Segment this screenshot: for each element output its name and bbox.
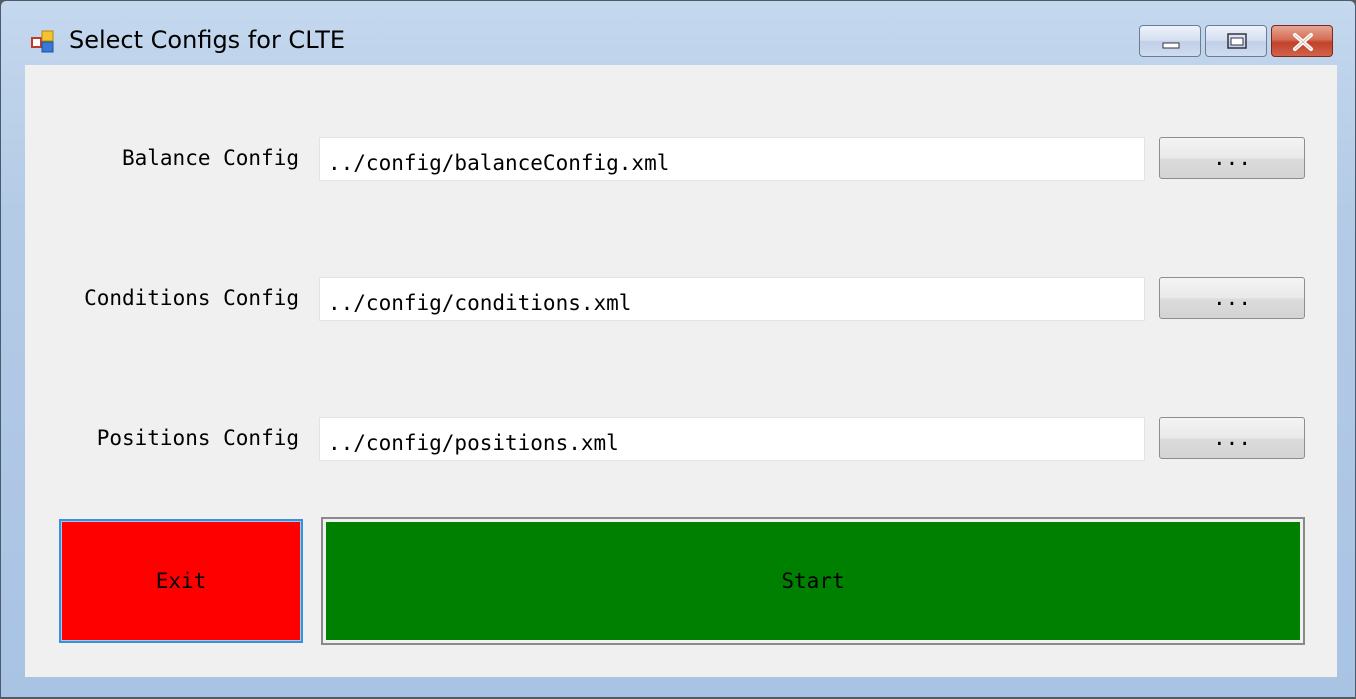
- close-button[interactable]: [1271, 25, 1333, 57]
- minimize-button[interactable]: [1139, 25, 1201, 57]
- app-icon: [31, 30, 54, 53]
- positions-config-browse-button[interactable]: ...: [1159, 417, 1305, 459]
- positions-config-input[interactable]: [319, 417, 1145, 461]
- start-button-label: Start: [781, 569, 845, 593]
- restore-icon: [1227, 33, 1247, 49]
- close-icon: [1293, 33, 1313, 51]
- balance-config-label: Balance Config: [121, 146, 299, 170]
- conditions-config-browse-button[interactable]: ...: [1159, 277, 1305, 319]
- exit-button[interactable]: Exit: [59, 519, 303, 643]
- start-button[interactable]: Start: [321, 517, 1305, 645]
- exit-button-label: Exit: [155, 569, 207, 593]
- positions-config-label: Positions Config: [96, 426, 299, 450]
- balance-config-browse-button[interactable]: ...: [1159, 137, 1305, 179]
- app-window: Select Configs for CLTE Balance Config .…: [0, 0, 1356, 698]
- window-bottom-frame: [1, 677, 1355, 699]
- maximize-button[interactable]: [1205, 25, 1267, 57]
- minimize-icon: [1162, 42, 1180, 49]
- balance-config-input[interactable]: [319, 137, 1145, 181]
- conditions-config-input[interactable]: [319, 277, 1145, 321]
- title-bar[interactable]: Select Configs for CLTE: [1, 1, 1355, 65]
- conditions-config-label: Conditions Config: [84, 286, 299, 310]
- window-title: Select Configs for CLTE: [69, 26, 346, 54]
